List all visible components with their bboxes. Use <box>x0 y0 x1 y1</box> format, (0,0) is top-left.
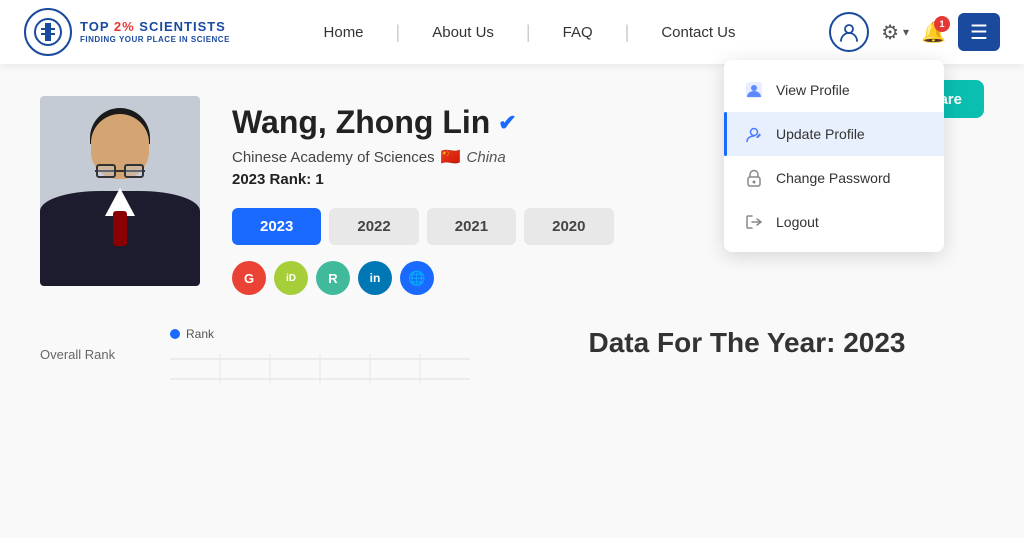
overall-rank-label: Overall Rank <box>40 347 130 362</box>
year-tab-2022[interactable]: 2022 <box>329 208 418 245</box>
rank-label: 2023 Rank: <box>232 171 311 188</box>
nav-about[interactable]: About Us <box>432 24 494 41</box>
institution-name: Chinese Academy of Sciences <box>232 149 435 166</box>
logout-icon <box>744 212 764 232</box>
notification-badge: 1 <box>934 16 950 32</box>
main-nav: Home | About Us | FAQ | Contact Us <box>324 22 736 43</box>
person-icon <box>744 80 764 100</box>
rank-value: 1 <box>315 171 323 188</box>
google-scholar-icon[interactable]: G <box>232 261 266 295</box>
website-icon[interactable]: 🌐 <box>400 261 434 295</box>
lock-icon <box>744 168 764 188</box>
china-flag-icon: 🇨🇳 <box>441 147 461 167</box>
logo-title: TOP 2% SCIENTISTS <box>80 20 230 34</box>
update-profile-label: Update Profile <box>776 126 865 142</box>
gear-icon: ⚙ <box>881 20 899 45</box>
verified-badge-icon: ✔ <box>498 110 516 136</box>
country-name: China <box>467 149 506 166</box>
social-icons: G iD R in 🌐 <box>232 261 984 295</box>
year-tab-2021[interactable]: 2021 <box>427 208 516 245</box>
menu-icon: ☰ <box>970 20 988 45</box>
glass-left <box>96 164 116 178</box>
user-dropdown-menu: View Profile Update Profile Change Pas <box>724 60 944 252</box>
notifications-button[interactable]: 🔔 1 <box>921 20 946 45</box>
chart-svg <box>170 349 470 389</box>
dropdown-view-profile[interactable]: View Profile <box>724 68 944 112</box>
nav-contact[interactable]: Contact Us <box>661 24 735 41</box>
legend-label: Rank <box>186 327 214 341</box>
glass-right <box>124 164 144 178</box>
view-profile-label: View Profile <box>776 82 850 98</box>
dropdown-change-password[interactable]: Change Password <box>724 156 944 200</box>
legend-dot-icon <box>170 329 180 339</box>
bottom-section: Overall Rank Rank Data For The Year: 202… <box>40 327 984 387</box>
year-tab-2023[interactable]: 2023 <box>232 208 321 245</box>
logout-label: Logout <box>776 214 819 230</box>
profile-photo <box>40 96 200 286</box>
orcid-icon[interactable]: iD <box>274 261 308 295</box>
dropdown-arrow-icon: ▾ <box>903 25 909 39</box>
logo-subtitle: FINDING YOUR PLACE IN SCIENCE <box>80 35 230 44</box>
header: TOP 2% SCIENTISTS FINDING YOUR PLACE IN … <box>0 0 1024 64</box>
tie <box>113 211 127 246</box>
chart-legend: Rank <box>170 327 470 341</box>
logo-area: TOP 2% SCIENTISTS FINDING YOUR PLACE IN … <box>24 8 230 56</box>
profile-avatar-button[interactable] <box>829 12 869 52</box>
dropdown-update-profile[interactable]: Update Profile <box>724 112 944 156</box>
year-tab-2020[interactable]: 2020 <box>524 208 613 245</box>
change-password-label: Change Password <box>776 170 890 186</box>
overall-rank-section: Overall Rank <box>40 327 130 362</box>
linkedin-icon[interactable]: in <box>358 261 392 295</box>
name-text: Wang, Zhong Lin <box>232 104 490 141</box>
head <box>91 114 149 179</box>
settings-button[interactable]: ⚙ ▾ <box>881 20 909 45</box>
edit-person-icon <box>744 124 764 144</box>
data-title-section: Data For The Year: 2023 <box>510 327 984 359</box>
header-actions: ⚙ ▾ 🔔 1 ☰ <box>829 12 1000 52</box>
logo-text: TOP 2% SCIENTISTS FINDING YOUR PLACE IN … <box>80 20 230 43</box>
body <box>40 191 200 286</box>
dropdown-logout[interactable]: Logout <box>724 200 944 244</box>
logo-icon <box>24 8 72 56</box>
nav-home[interactable]: Home <box>324 24 364 41</box>
researchgate-icon[interactable]: R <box>316 261 350 295</box>
nav-faq[interactable]: FAQ <box>563 24 593 41</box>
hamburger-button[interactable]: ☰ <box>958 13 1000 51</box>
data-title: Data For The Year: 2023 <box>510 327 984 359</box>
rank-chart: Rank <box>170 327 470 387</box>
